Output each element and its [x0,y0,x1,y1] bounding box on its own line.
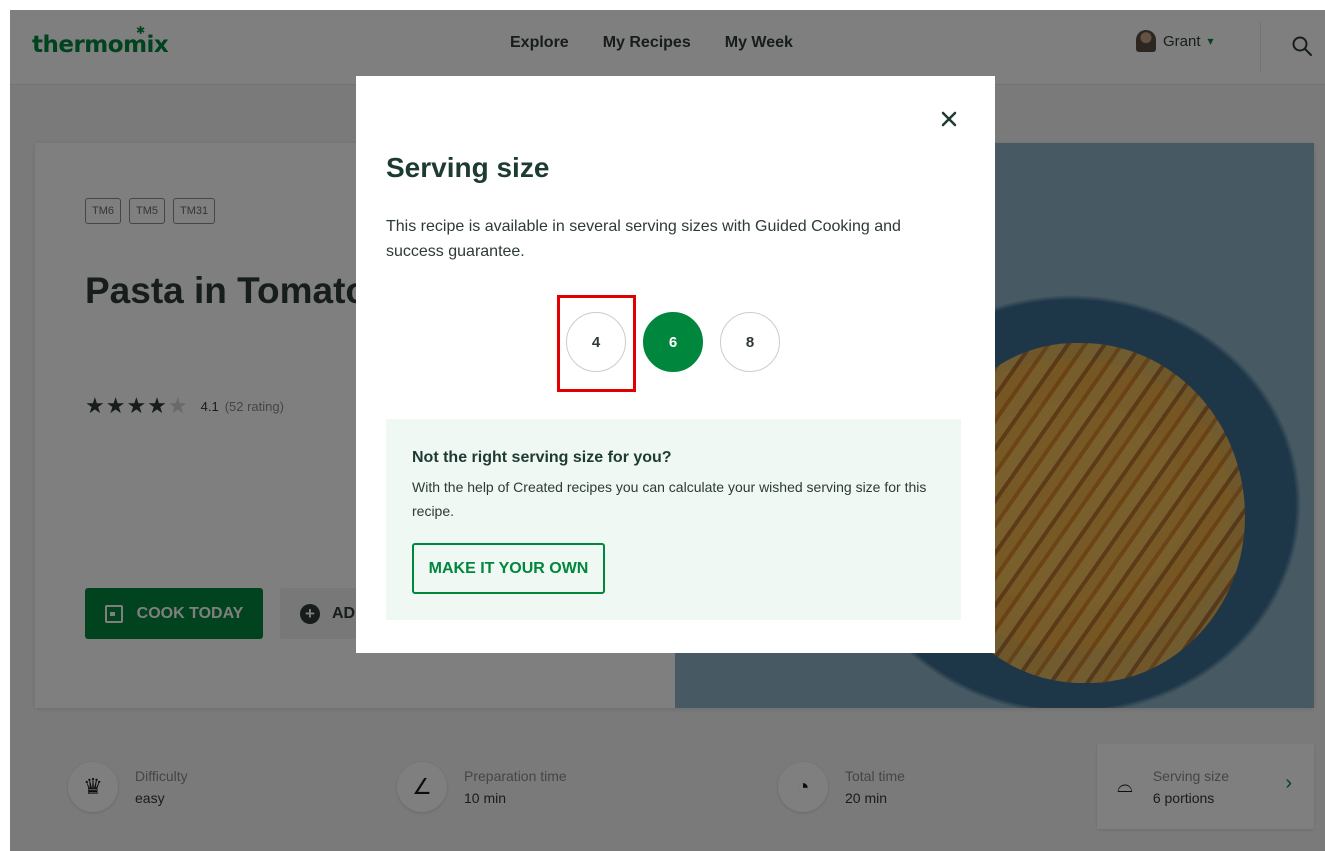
serving-size-options: 4 6 8 [566,312,780,372]
tip-title: Not the right serving size for you? [412,449,672,466]
close-icon[interactable] [938,108,960,130]
custom-serving-tip: Not the right serving size for you? With… [386,419,961,620]
make-it-your-own-button[interactable]: MAKE IT YOUR OWN [412,543,605,594]
serving-option-6[interactable]: 6 [643,312,703,372]
serving-option-4[interactable]: 4 [566,312,626,372]
modal-description: This recipe is available in several serv… [386,218,901,260]
serving-size-modal: Serving size This recipe is available in… [356,76,995,653]
modal-title: Serving size [386,152,550,183]
serving-option-8[interactable]: 8 [720,312,780,372]
tip-text: With the help of Created recipes you can… [412,479,927,519]
